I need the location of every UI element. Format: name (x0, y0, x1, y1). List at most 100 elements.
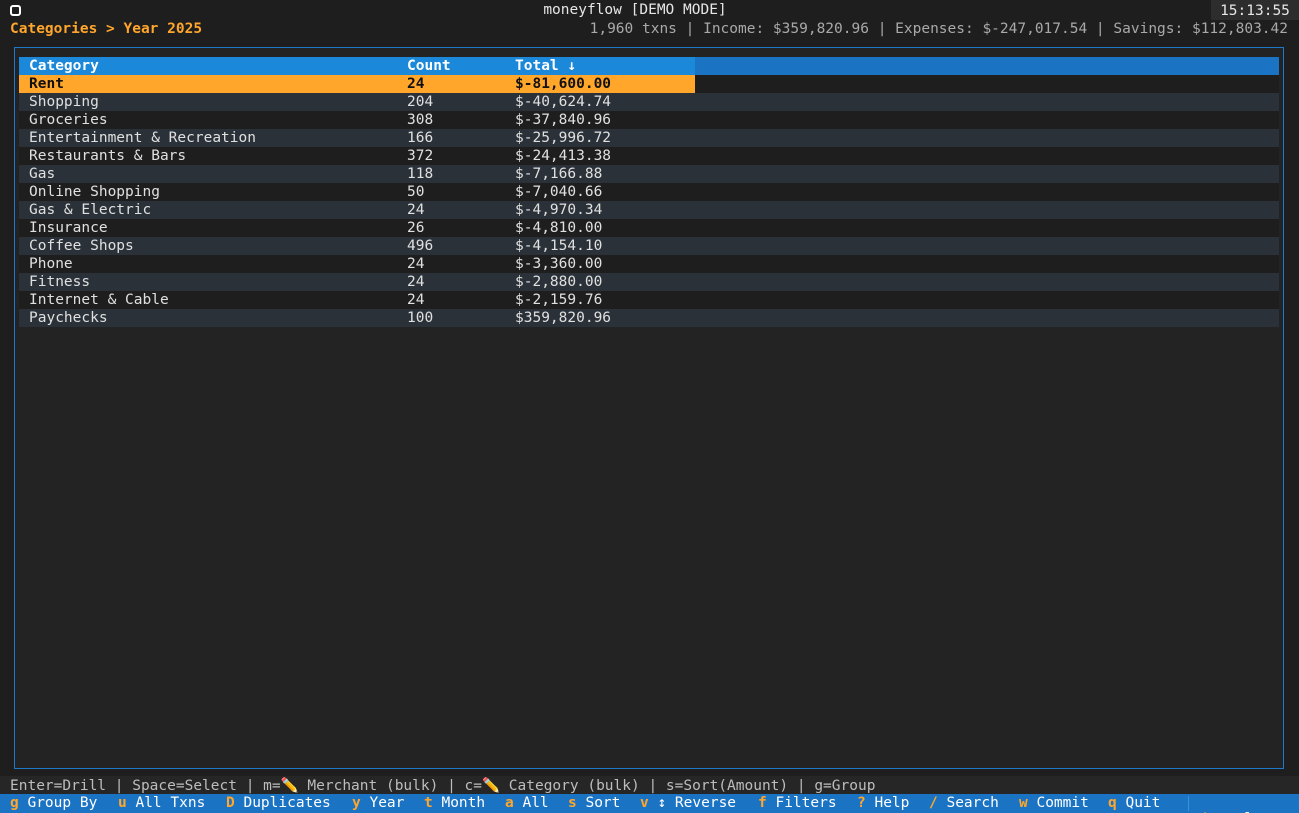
key-commit[interactable]: w Commit (1019, 795, 1089, 811)
key-label: Month (441, 795, 486, 811)
table-header: Category Count Total ↓ (19, 57, 1279, 75)
title-bar: moneyflow [DEMO MODE] 15:13:55 (0, 0, 1299, 20)
key-letter: w (1019, 795, 1028, 811)
total-cell: $-2,880.00 (515, 274, 603, 290)
key-all-txns[interactable]: u All Txns (118, 795, 205, 811)
category-cell: Gas (29, 166, 56, 182)
breadcrumb[interactable]: Categories > Year 2025 (10, 21, 202, 37)
key-group-by[interactable]: g Group By (10, 795, 97, 811)
table-row[interactable]: Entertainment & Recreation 166 $-25,996.72 (19, 129, 1279, 147)
key-help[interactable]: ? Help (857, 795, 909, 811)
count-cell: 308 (407, 112, 434, 128)
key-year[interactable]: y Year (352, 795, 404, 811)
key-letter: a (505, 795, 514, 811)
category-cell: Restaurants & Bars (29, 148, 187, 164)
count-cell: 118 (407, 166, 434, 182)
key-letter: t (424, 795, 433, 811)
help-text: Enter=Drill | Space=Select | m=✏️ Mercha… (10, 778, 876, 794)
category-cell: Shopping (29, 94, 99, 110)
count-cell: 24 (407, 76, 425, 92)
count-cell: 100 (407, 310, 434, 326)
column-header-count[interactable]: Count (407, 57, 451, 75)
total-cell: $-24,413.38 (515, 148, 612, 164)
category-table[interactable]: Category Count Total ↓ Rent 24 $-81,600.00… (19, 57, 1279, 327)
app-title: moneyflow [DEMO MODE] (543, 2, 727, 18)
table-row[interactable]: Insurance 26 $-4,810.00 (19, 219, 1279, 237)
key-reverse[interactable]: v ↕ Reverse (640, 795, 736, 811)
total-cell: $-25,996.72 (515, 130, 612, 146)
count-cell: 24 (407, 274, 425, 290)
column-header-total[interactable]: Total ↓ (515, 57, 576, 75)
key-label: Filters (775, 795, 837, 811)
category-cell: Coffee Shops (29, 238, 134, 254)
help-line: Enter=Drill | Space=Select | m=✏️ Mercha… (0, 776, 1299, 794)
key-letter: v (640, 795, 649, 811)
category-cell: Rent (29, 76, 64, 92)
table-row[interactable]: Fitness 24 $-2,880.00 (19, 273, 1279, 291)
key-letter: y (352, 795, 361, 811)
total-cell: $-4,810.00 (515, 220, 603, 236)
table-row[interactable]: Gas 118 $-7,166.88 (19, 165, 1279, 183)
category-cell: Groceries (29, 112, 108, 128)
key-label: Search (946, 795, 999, 811)
table-row[interactable]: Restaurants & Bars 372 $-24,413.38 (19, 147, 1279, 165)
total-cell: $-4,154.10 (515, 238, 603, 254)
category-cell: Paychecks (29, 310, 108, 326)
category-table-panel: Category Count Total ↓ Rent 24 $-81,600.00… (14, 47, 1284, 769)
count-cell: 24 (407, 202, 425, 218)
table-row-selected[interactable]: Rent 24 $-81,600.00 (19, 75, 1279, 93)
table-row[interactable]: Internet & Cable 24 $-2,159.76 (19, 291, 1279, 309)
key-sort[interactable]: s Sort (568, 795, 620, 811)
key-label: Commit (1036, 795, 1089, 811)
key-filters[interactable]: f Filters (758, 795, 837, 811)
total-cell: $-40,624.74 (515, 94, 612, 110)
total-cell: $-7,040.66 (515, 184, 603, 200)
keybinding-bar: g Group By u All Txns D Duplicates y Year t … (0, 794, 1299, 813)
key-letter: f (758, 795, 767, 811)
key-label: ↕ Reverse (657, 795, 737, 811)
table-row[interactable]: Gas & Electric 24 $-4,970.34 (19, 201, 1279, 219)
key-letter: u (118, 795, 127, 811)
total-cell: $-2,159.76 (515, 292, 603, 308)
key-letter: / (929, 795, 938, 811)
table-body: Rent 24 $-81,600.00 Shopping 204 $-40,624.74 G… (19, 75, 1279, 327)
key-letter: ? (857, 795, 866, 811)
table-row[interactable]: Coffee Shops 496 $-4,154.10 (19, 237, 1279, 255)
total-cell: $-4,970.34 (515, 202, 603, 218)
category-cell: Internet & Cable (29, 292, 169, 308)
table-row[interactable]: Shopping 204 $-40,624.74 (19, 93, 1279, 111)
header-highlight (19, 57, 695, 75)
table-row[interactable]: Phone 24 $-3,360.00 (19, 255, 1279, 273)
total-cell: $-81,600.00 (515, 76, 612, 92)
total-cell: $359,820.96 (515, 310, 612, 326)
key-label: Quit (1125, 795, 1161, 811)
key-label: All (522, 795, 549, 811)
key-label: Help (874, 795, 910, 811)
key-label: Sort (585, 795, 621, 811)
status-bar: Categories > Year 2025 1,960 txns | Inco… (0, 20, 1299, 38)
key-search[interactable]: / Search (929, 795, 999, 811)
table-row[interactable]: Groceries 308 $-37,840.96 (19, 111, 1279, 129)
count-cell: 24 (407, 256, 425, 272)
key-duplicates[interactable]: D Duplicates (226, 795, 331, 811)
key-all[interactable]: a All (505, 795, 549, 811)
palette-button[interactable]: ^p palette (1166, 795, 1288, 813)
table-row[interactable]: Online Shopping 50 $-7,040.66 (19, 183, 1279, 201)
count-cell: 166 (407, 130, 434, 146)
column-header-category[interactable]: Category (29, 57, 99, 75)
count-cell: 50 (407, 184, 425, 200)
table-row[interactable]: Paychecks 100 $359,820.96 (19, 309, 1279, 327)
key-quit[interactable]: q Quit (1108, 795, 1160, 811)
count-cell: 24 (407, 292, 425, 308)
total-cell: $-7,166.88 (515, 166, 603, 182)
count-cell: 26 (407, 220, 425, 236)
key-label: Year (369, 795, 405, 811)
count-cell: 204 (407, 94, 434, 110)
total-cell: $-3,360.00 (515, 256, 603, 272)
key-label: Duplicates (243, 795, 331, 811)
category-cell: Insurance (29, 220, 108, 236)
key-letter: s (568, 795, 577, 811)
key-letter: q (1108, 795, 1117, 811)
key-month[interactable]: t Month (424, 795, 485, 811)
key-label: Group By (27, 795, 98, 811)
